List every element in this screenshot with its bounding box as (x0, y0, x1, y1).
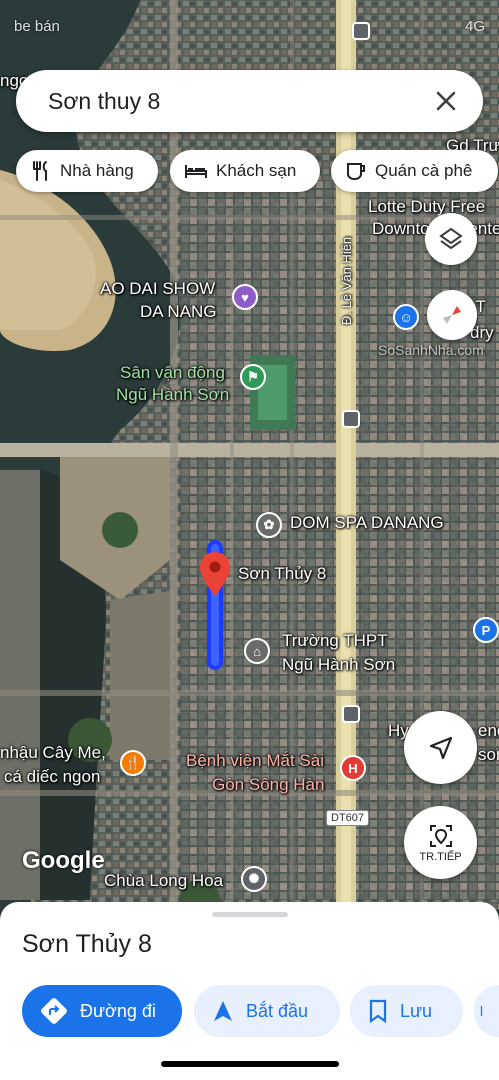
bus-stop-icon[interactable] (342, 410, 360, 428)
bus-stop-icon[interactable] (352, 22, 370, 40)
share-icon (480, 1006, 483, 1016)
streetview-label: TR.TIẾP (419, 850, 462, 863)
status-bar-left: be bán (14, 18, 60, 35)
school-poi-icon[interactable]: ⌂ (244, 638, 270, 664)
pin-label: Sơn Thủy 8 (238, 564, 327, 583)
route-shield-dt607: DT607 (326, 810, 370, 826)
place-label[interactable]: son (478, 744, 499, 765)
compass-icon (443, 306, 461, 324)
navigation-arrow-icon (429, 736, 452, 759)
layers-icon (439, 227, 463, 250)
pagoda-poi-icon[interactable]: ✺ (241, 866, 267, 892)
google-logo: Google (22, 847, 105, 874)
place-label[interactable]: enc (478, 720, 499, 741)
place-label-hospital[interactable]: Gòn Sông Hàn (212, 774, 324, 795)
chip-restaurants[interactable]: Nhà hàng (16, 150, 158, 192)
start-label: Bắt đầu (246, 1000, 309, 1021)
parking-poi-icon[interactable]: P (473, 617, 499, 643)
compass-button[interactable] (427, 290, 477, 340)
place-label-ao-dai[interactable]: AO DAI SHOW (100, 278, 215, 299)
place-label-ao-dai[interactable]: DA NANG (140, 301, 217, 322)
coffee-icon (347, 163, 365, 180)
directions-icon (41, 998, 67, 1024)
place-label[interactable]: Lotte Duty Free (368, 196, 485, 217)
directions-label: Đường đi (80, 1000, 156, 1021)
start-button[interactable]: Bắt đầu (194, 985, 340, 1037)
layers-button[interactable] (425, 213, 477, 265)
stadium-poi-icon[interactable]: ⚑ (240, 364, 266, 390)
theater-poi-icon[interactable]: ♥ (232, 284, 258, 310)
sheet-drag-handle[interactable] (212, 912, 288, 917)
place-label-restaurant[interactable]: nhậu Cây Me, (0, 742, 106, 763)
bookmark-icon (369, 999, 387, 1023)
close-icon (436, 91, 456, 111)
street-label-le-van-hien: Đ. Lê Văn Hiến (339, 236, 354, 325)
chip-hotels[interactable]: Khách sạn (170, 150, 320, 192)
chip-label: Nhà hàng (60, 161, 134, 180)
spa-poi-icon[interactable]: ✿ (256, 512, 282, 538)
place-label-restaurant[interactable]: cá diếc ngon (4, 766, 100, 787)
search-input[interactable]: Sơn thuy 8 (48, 88, 160, 115)
place-title: Sơn Thủy 8 (22, 930, 152, 958)
location-pin-icon[interactable] (200, 552, 230, 596)
search-bar[interactable]: Sơn thuy 8 (16, 70, 483, 132)
streetview-lens-icon (429, 824, 452, 847)
my-location-button[interactable] (404, 711, 477, 784)
info-poi-icon[interactable]: ☺ (393, 304, 419, 330)
place-label-stadium[interactable]: Ngũ Hành Sơn (116, 384, 229, 405)
hotel-icon (185, 165, 207, 178)
place-label-school[interactable]: Trường THPT (282, 630, 388, 651)
save-label: Lưu (400, 1000, 433, 1021)
save-button[interactable]: Lưu (350, 985, 463, 1037)
streetview-button[interactable]: TR.TIẾP (404, 806, 477, 879)
clear-search-button[interactable] (431, 86, 461, 116)
chip-cafes[interactable]: Quán cà phê (331, 150, 498, 192)
bus-stop-icon[interactable] (342, 705, 360, 723)
place-label-school[interactable]: Ngũ Hành Sơn (282, 654, 395, 675)
chip-label: Quán cà phê (375, 161, 473, 180)
home-indicator (161, 1061, 339, 1067)
restaurant-icon (33, 161, 47, 181)
hospital-poi-icon[interactable]: H (340, 755, 366, 781)
chip-label: Khách sạn (216, 161, 297, 180)
place-label-hospital[interactable]: Bệnh viện Mắt Sài (186, 750, 324, 771)
status-bar-right: 4G (464, 18, 485, 35)
restaurant-poi-icon[interactable]: 🍴 (120, 750, 146, 776)
place-label-pagoda[interactable]: Chùa Long Hoa (104, 870, 223, 891)
navigation-icon (214, 1001, 232, 1021)
place-label-stadium[interactable]: Sân vận động (120, 362, 225, 383)
place-label-spa[interactable]: DOM SPA DANANG (290, 512, 444, 533)
watermark: SoSanhNha.com (378, 342, 484, 358)
directions-button[interactable]: Đường đi (22, 985, 182, 1037)
